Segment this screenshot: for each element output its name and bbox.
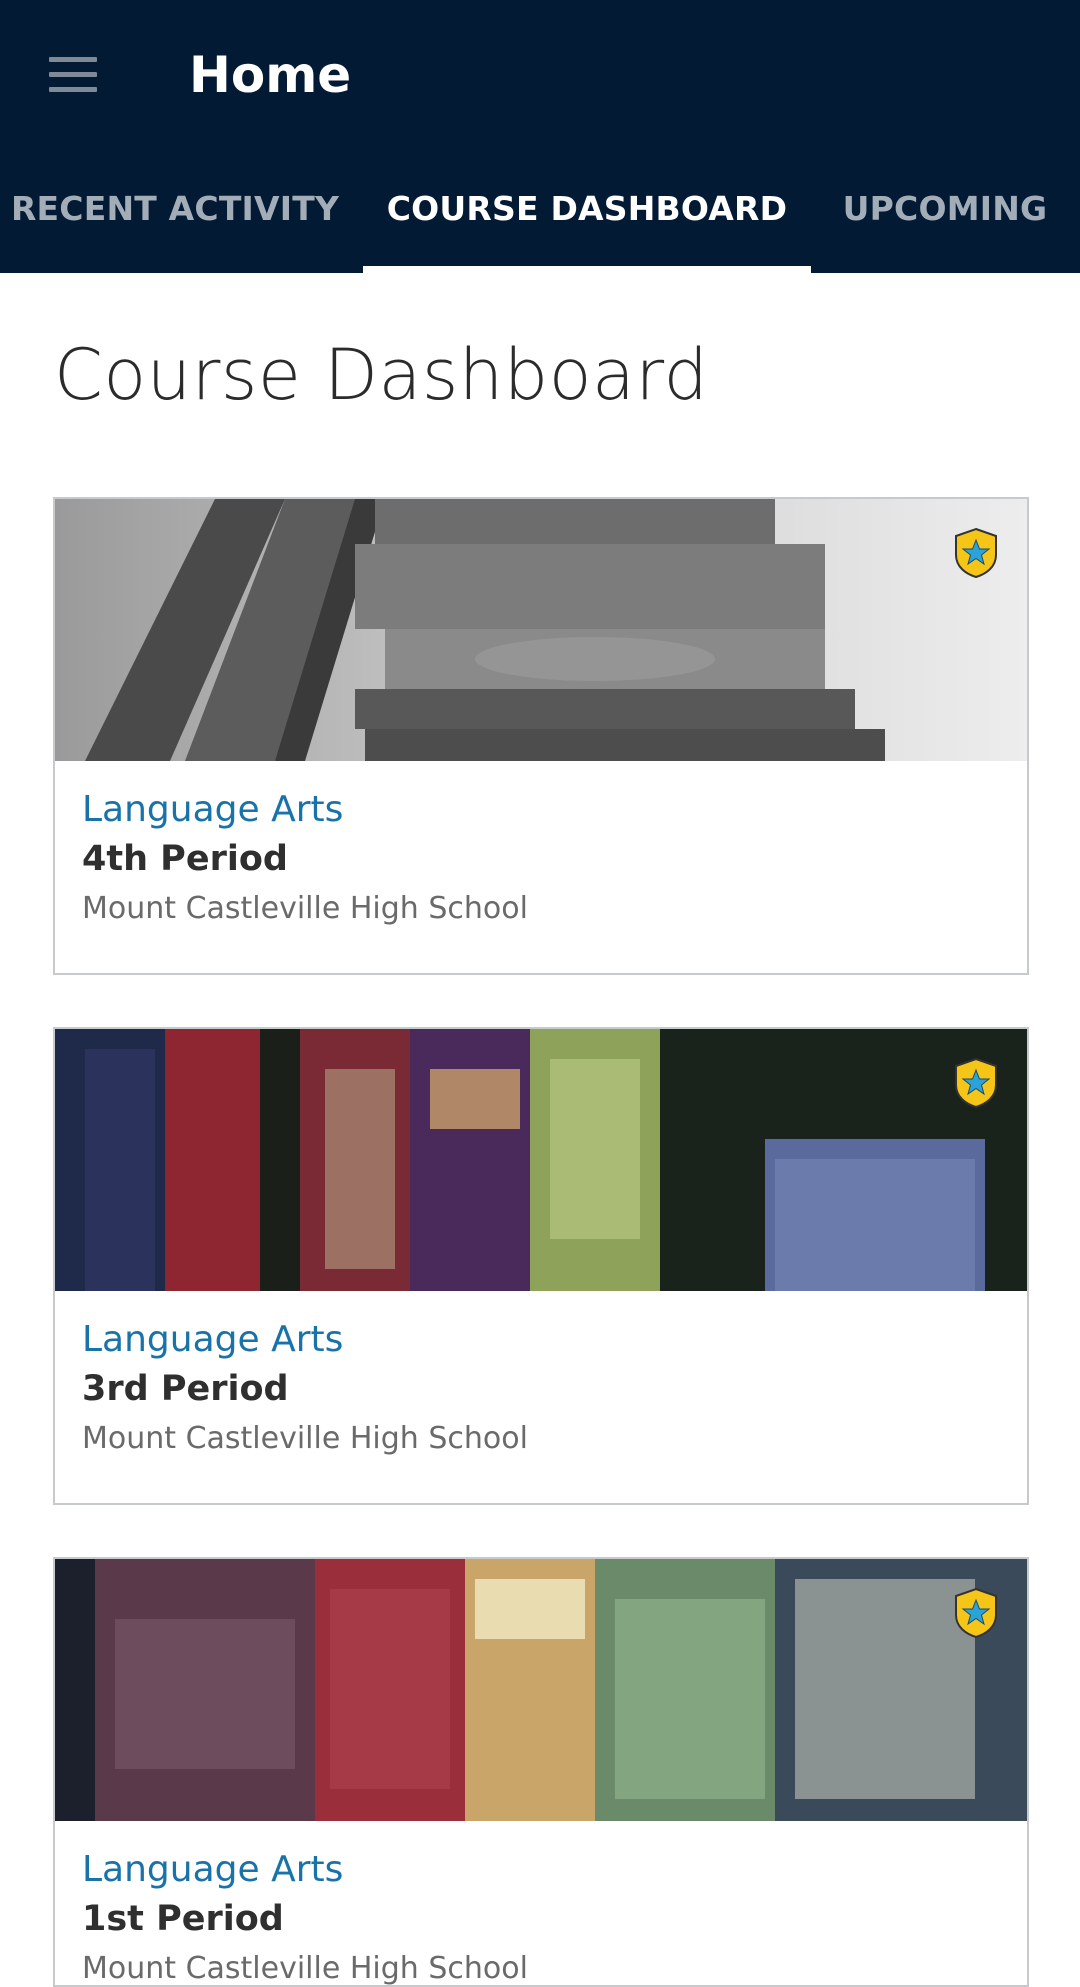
course-title-link[interactable]: Language Arts (82, 1849, 343, 1890)
course-card[interactable]: Language Arts 3rd Period Mount Castlevil… (53, 1027, 1029, 1505)
course-card[interactable]: Language Arts 1st Period Mount Castlevil… (53, 1557, 1029, 1987)
tab-upcoming[interactable]: UPCOMING (820, 175, 1070, 273)
course-school: Mount Castleville High School (82, 1951, 528, 1986)
star-shield-icon (955, 1587, 997, 1639)
course-cover-image (55, 499, 1027, 761)
course-card[interactable]: Language Arts 4th Period Mount Castlevil… (53, 497, 1029, 975)
app-bar-title: Home (189, 46, 352, 104)
course-school: Mount Castleville High School (82, 891, 528, 926)
app-bar: Home RECENT ACTIVITY COURSE DASHBOARD UP… (0, 0, 1080, 273)
tab-recent-activity[interactable]: RECENT ACTIVITY (0, 175, 350, 273)
course-school: Mount Castleville High School (82, 1421, 528, 1456)
course-cover-image (55, 1029, 1027, 1291)
course-cover-image (55, 1559, 1027, 1821)
tab-course-dashboard[interactable]: COURSE DASHBOARD (363, 175, 811, 273)
course-title-link[interactable]: Language Arts (82, 789, 343, 830)
course-period: 1st Period (82, 1899, 284, 1939)
star-shield-icon (955, 527, 997, 579)
course-period: 3rd Period (82, 1369, 289, 1409)
tab-bar: RECENT ACTIVITY COURSE DASHBOARD UPCOMIN… (0, 175, 1080, 273)
hamburger-menu-icon[interactable] (49, 57, 97, 93)
course-period: 4th Period (82, 839, 288, 879)
page-title: Course Dashboard (54, 334, 709, 416)
star-shield-icon (955, 1057, 997, 1109)
course-title-link[interactable]: Language Arts (82, 1319, 343, 1360)
active-tab-indicator (363, 266, 811, 273)
